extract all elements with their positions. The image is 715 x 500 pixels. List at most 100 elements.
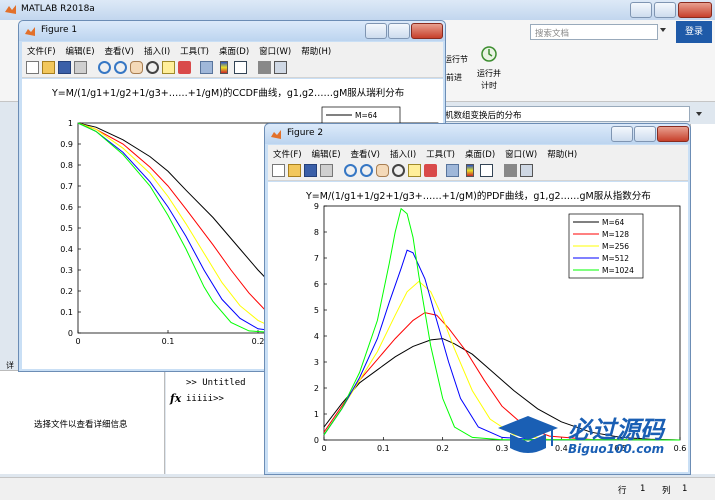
y-tick-label: 0 (68, 329, 73, 338)
legend-icon[interactable] (480, 164, 493, 177)
data-cursor-icon[interactable] (162, 61, 175, 74)
y-tick-label: 4 (314, 332, 319, 341)
colorbar-icon[interactable] (466, 164, 474, 177)
details-panel: 选择文件以查看详细信息 (0, 370, 165, 474)
path-bar[interactable]: 机数组变换后的分布 (440, 106, 690, 122)
figure2-toolbar (268, 161, 688, 181)
status-row-label: 行 (618, 486, 627, 496)
new-figure-icon[interactable] (272, 164, 285, 177)
path-dropdown-icon[interactable] (696, 112, 702, 116)
data-cursor-icon[interactable] (408, 164, 421, 177)
figure2-close-button[interactable] (657, 126, 689, 142)
matlab-logo-icon (5, 5, 16, 14)
fx-icon[interactable]: fx (170, 392, 181, 405)
y-tick-label: 6 (314, 280, 319, 289)
figure2-minimize-button[interactable] (611, 126, 633, 142)
y-tick-label: 9 (314, 202, 319, 211)
figure2-titlebar[interactable]: Figure 2 (265, 124, 690, 144)
legend-icon[interactable] (234, 61, 247, 74)
print-icon[interactable] (74, 61, 87, 74)
main-minimize-button[interactable] (630, 2, 652, 18)
save-icon[interactable] (58, 61, 71, 74)
watermark: 必过源码 Biguo100.com (494, 408, 699, 468)
graduation-cap-icon (498, 416, 558, 453)
command-window[interactable]: >> Untitled fx iiiii>> (166, 370, 266, 474)
legend-label: M=64 (355, 111, 378, 120)
login-label: 登录 (684, 27, 703, 37)
y-tick-label: 0 (314, 436, 319, 445)
x-tick-label: 0.2 (436, 444, 449, 453)
show-plot-tools-icon[interactable] (520, 164, 533, 177)
y-tick-label: 0.4 (60, 245, 73, 254)
print-icon[interactable] (320, 164, 333, 177)
search-box[interactable]: 搜索文档 (530, 24, 658, 40)
link-icon[interactable] (200, 61, 213, 74)
run-section-label[interactable]: 运行节 (444, 54, 468, 65)
pan-icon[interactable] (376, 164, 389, 177)
y-tick-label: 0.1 (60, 308, 73, 317)
y-tick-label: 1 (314, 410, 319, 419)
figure1-toolbar (22, 58, 443, 78)
command-line-2: iiiii>> (186, 394, 224, 404)
y-tick-label: 0.9 (60, 140, 73, 149)
brush-icon[interactable] (178, 61, 191, 74)
run-time-icon[interactable] (480, 44, 498, 62)
legend-label: M=256 (602, 242, 629, 251)
search-input[interactable]: 搜索文档 (535, 27, 569, 39)
x-tick-label: 0.1 (162, 337, 175, 346)
x-tick-label: 0.1 (377, 444, 390, 453)
hide-plot-tools-icon[interactable] (504, 164, 517, 177)
zoom-out-icon[interactable] (114, 61, 127, 74)
open-file-icon[interactable] (288, 164, 301, 177)
y-tick-label: 0.8 (60, 161, 73, 170)
status-row-value: 1 (640, 484, 646, 494)
figure1-minimize-button[interactable] (365, 23, 387, 39)
path-text: 机数组变换后的分布 (445, 111, 522, 121)
watermark-url: Biguo100.com (568, 442, 665, 456)
details-text: 选择文件以查看详细信息 (34, 420, 128, 430)
y-tick-label: 0.2 (60, 287, 73, 296)
hide-plot-tools-icon[interactable] (258, 61, 271, 74)
command-line-1: >> Untitled (186, 378, 246, 388)
y-tick-label: 0.6 (60, 203, 73, 212)
login-button[interactable]: 登录 (676, 21, 712, 43)
open-file-icon[interactable] (42, 61, 55, 74)
save-icon[interactable] (304, 164, 317, 177)
figure-icon (25, 27, 35, 36)
link-icon[interactable] (446, 164, 459, 177)
panel-label: 详 (6, 361, 14, 370)
status-bar: 行 1 列 1 (0, 477, 715, 500)
run-time-label-1[interactable]: 运行并 (477, 68, 501, 79)
zoom-in-icon[interactable] (344, 164, 357, 177)
figure1-titlebar[interactable]: Figure 1 (19, 21, 445, 41)
new-figure-icon[interactable] (26, 61, 39, 74)
y-tick-label: 2 (314, 384, 319, 393)
y-tick-label: 7 (314, 254, 319, 263)
rotate-icon[interactable] (146, 61, 159, 74)
zoom-out-icon[interactable] (360, 164, 373, 177)
brush-icon[interactable] (424, 164, 437, 177)
colorbar-icon[interactable] (220, 61, 228, 74)
x-tick-label: 0.2 (252, 337, 265, 346)
watermark-text: 必过源码 (568, 416, 664, 444)
main-close-button[interactable] (678, 2, 712, 18)
x-tick-label: 0 (321, 444, 326, 453)
advance-label[interactable]: 前进 (446, 72, 462, 83)
status-col-label: 列 (662, 486, 671, 496)
figure-icon (271, 130, 281, 139)
rotate-icon[interactable] (392, 164, 405, 177)
show-plot-tools-icon[interactable] (274, 61, 287, 74)
search-dropdown-icon[interactable] (660, 28, 666, 32)
figure1-menubar: 文件(F) 编辑(E) 查看(V) 插入(I) 工具(T) 桌面(D) 窗口(W) 帮助(H) (22, 42, 443, 58)
zoom-in-icon[interactable] (98, 61, 111, 74)
y-tick-label: 0.5 (60, 224, 73, 233)
run-time-label-2[interactable]: 计时 (481, 80, 497, 91)
y-tick-label: 5 (314, 306, 319, 315)
figure2-maximize-button[interactable] (634, 126, 656, 142)
status-col-value: 1 (682, 484, 688, 494)
figure1-maximize-button[interactable] (388, 23, 410, 39)
x-tick-label: 0 (75, 337, 80, 346)
figure1-close-button[interactable] (411, 23, 443, 39)
pan-icon[interactable] (130, 61, 143, 74)
main-maximize-button[interactable] (654, 2, 676, 18)
